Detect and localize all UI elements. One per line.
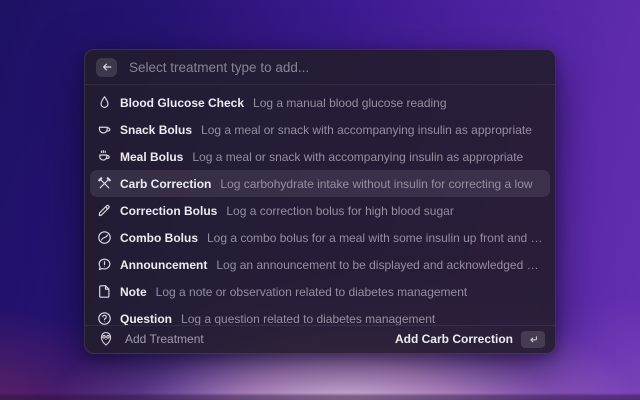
- return-key-icon: [521, 331, 545, 348]
- treatment-title: Meal Bolus: [120, 150, 183, 164]
- footer-app-label: Add Treatment: [125, 332, 204, 346]
- treatment-item[interactable]: Meal Bolus Log a meal or snack with accom…: [90, 143, 550, 170]
- note-icon: [96, 284, 112, 300]
- nightscout-owl-icon: [98, 331, 114, 347]
- arrow-left-icon: [101, 61, 113, 73]
- treatment-palette: Blood Glucose Check Log a manual blood gl…: [84, 49, 556, 354]
- treatment-description: Log a correction bolus for high blood su…: [226, 204, 453, 218]
- treatment-title: Snack Bolus: [120, 123, 192, 137]
- treatment-description: Log an announcement to be displayed and …: [216, 258, 544, 272]
- treatment-item[interactable]: Carb Correction Log carbohydrate intake w…: [90, 170, 550, 197]
- gauge-icon: [96, 230, 112, 246]
- treatment-description: Log carbohydrate intake without insulin …: [220, 177, 532, 191]
- treatment-description: Log a manual blood glucose reading: [253, 96, 446, 110]
- footer-action-label: Add Carb Correction: [395, 332, 513, 346]
- question-icon: [96, 311, 112, 326]
- syringe-icon: [96, 203, 112, 219]
- treatment-description: Log a meal or snack with accompanying in…: [201, 123, 532, 137]
- back-button[interactable]: [96, 58, 117, 77]
- add-carb-correction-button[interactable]: Add Carb Correction: [395, 331, 545, 348]
- treatment-title: Carb Correction: [120, 177, 211, 191]
- treatment-description: Log a question related to diabetes manag…: [181, 312, 435, 326]
- announcement-icon: [96, 257, 112, 273]
- palette-header: [85, 50, 555, 84]
- treatment-item[interactable]: Snack Bolus Log a meal or snack with acco…: [90, 116, 550, 143]
- treatment-title: Question: [120, 312, 172, 326]
- hot-cup-icon: [96, 149, 112, 165]
- treatment-title: Note: [120, 285, 147, 299]
- treatment-description: Log a meal or snack with accompanying in…: [192, 150, 523, 164]
- treatment-description: Log a combo bolus for a meal with some i…: [207, 231, 544, 245]
- palette-footer: Add Treatment Add Carb Correction: [85, 326, 555, 353]
- treatment-title: Announcement: [120, 258, 207, 272]
- crossed-tools-icon: [96, 176, 112, 192]
- treatment-list: Blood Glucose Check Log a manual blood gl…: [85, 85, 555, 325]
- treatment-item[interactable]: Correction Bolus Log a correction bolus f…: [90, 197, 550, 224]
- treatment-item[interactable]: Combo Bolus Log a combo bolus for a meal …: [90, 224, 550, 251]
- treatment-item[interactable]: Question Log a question related to diabet…: [90, 305, 550, 325]
- treatment-description: Log a note or observation related to dia…: [156, 285, 468, 299]
- search-input[interactable]: [127, 59, 544, 76]
- treatment-item[interactable]: Note Log a note or observation related to…: [90, 278, 550, 305]
- treatment-item[interactable]: Announcement Log an announcement to be di…: [90, 251, 550, 278]
- treatment-title: Combo Bolus: [120, 231, 198, 245]
- cup-icon: [96, 122, 112, 138]
- treatment-title: Correction Bolus: [120, 204, 217, 218]
- treatment-item[interactable]: Blood Glucose Check Log a manual blood gl…: [90, 89, 550, 116]
- treatment-title: Blood Glucose Check: [120, 96, 244, 110]
- droplet-icon: [96, 95, 112, 111]
